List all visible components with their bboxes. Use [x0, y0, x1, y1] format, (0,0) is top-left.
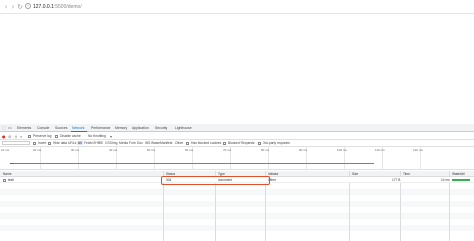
filter-type-css[interactable]: CSS: [105, 141, 112, 145]
preserve-log-label: Preserve log: [33, 134, 52, 138]
disable-cache-label: Disable cache: [60, 134, 81, 138]
overview-tick-label: 60 ms: [185, 148, 194, 152]
invert-label: Invert: [38, 141, 47, 145]
filter-input[interactable]: [2, 141, 30, 145]
tab-lighthouse[interactable]: Lighthouse: [175, 126, 192, 130]
overview-tick-label: 50 ms: [147, 148, 156, 152]
third-party-label: 3rd-party requests: [263, 141, 290, 145]
filter-icon[interactable]: ⏚: [14, 134, 18, 139]
blocked-requests-checkbox[interactable]: [223, 141, 226, 145]
active-tab-indicator: [71, 131, 87, 132]
tab-network[interactable]: Network: [72, 126, 84, 130]
filter-type-js[interactable]: JS: [99, 141, 103, 145]
blocked-cookies-checkbox[interactable]: [186, 141, 189, 145]
hide-data-urls-checkbox[interactable]: [48, 141, 51, 145]
third-party-checkbox[interactable]: [258, 141, 261, 145]
blocked-requests-label: Blocked Requests: [228, 141, 255, 145]
filter-type-other[interactable]: Other: [175, 141, 183, 145]
reload-icon[interactable]: ↻: [16, 3, 24, 11]
overview-tick-label: 40 ms: [109, 148, 118, 152]
overview-tick-label: 70 ms: [223, 148, 232, 152]
search-icon[interactable]: ⌕: [20, 134, 22, 139]
overview-tick-label: 80 ms: [261, 148, 270, 152]
tab-elements[interactable]: Elements: [17, 126, 31, 130]
filter-type-media[interactable]: Media: [119, 141, 128, 145]
cell-size: 177 B: [392, 178, 401, 182]
page-viewport: [0, 15, 474, 123]
filter-type-all[interactable]: All: [77, 141, 83, 145]
waterfall-bar: [452, 179, 470, 181]
device-toolbar-icon[interactable]: ▭: [8, 125, 12, 130]
url-host: 127.0.0.1: [33, 4, 54, 10]
tab-console[interactable]: Console: [37, 126, 49, 130]
filter-type-wasm[interactable]: Wasm: [151, 141, 160, 145]
overview-tick-label: 120 ms: [413, 148, 423, 152]
blocked-cookies-label: Has blocked cookies: [191, 141, 222, 145]
filter-type-ws[interactable]: WS: [145, 141, 150, 145]
clear-icon[interactable]: ⊘: [8, 134, 11, 139]
overview-tick-label: 20 ms: [33, 148, 42, 152]
overview-tick-label: 10 ms: [1, 148, 10, 152]
cell-name: test/: [8, 178, 15, 182]
overview-tick-label: 110 ms: [375, 148, 385, 152]
tab-application[interactable]: Application: [132, 126, 149, 130]
overview-tick-label: 100 ms: [337, 148, 347, 152]
cell-time: 14 ms: [441, 178, 450, 182]
hide-data-urls-label: Hide data URLs: [53, 141, 77, 145]
overview-tick-label: 30 ms: [71, 148, 80, 152]
overview-tick-label: 90 ms: [299, 148, 308, 152]
empty-row-stripe: [0, 213, 474, 219]
tab-memory[interactable]: Memory: [115, 126, 127, 130]
overview-request-bar: [10, 163, 374, 165]
empty-row-stripe: [0, 201, 474, 207]
url-path: :5500/demo/: [53, 4, 82, 10]
filter-type-font[interactable]: Font: [129, 141, 136, 145]
disable-cache-checkbox[interactable]: [55, 134, 58, 138]
throttling-select[interactable]: No throttling: [88, 134, 106, 138]
status-type-highlight: [161, 176, 270, 185]
filter-type-img[interactable]: Img: [112, 141, 118, 145]
inspect-icon[interactable]: ⬚: [2, 125, 6, 130]
filter-type-doc[interactable]: Doc: [137, 141, 143, 145]
document-icon: [3, 178, 6, 182]
address-bar[interactable]: 127.0.0.1:5500/demo/: [33, 3, 82, 11]
filter-type-fetch-xhr[interactable]: Fetch/XHR: [84, 141, 100, 145]
filter-type-manifest[interactable]: Manifest: [160, 141, 172, 145]
tab-sources[interactable]: Sources: [55, 126, 67, 130]
tab-security[interactable]: Security: [155, 126, 167, 130]
tab-performance[interactable]: Performance: [91, 126, 110, 130]
preserve-log-checkbox[interactable]: [28, 134, 31, 138]
overview-request-bar-start: [10, 163, 14, 165]
empty-row-stripe: [0, 189, 474, 195]
info-icon[interactable]: i: [25, 3, 31, 9]
chevron-down-icon: ▾: [110, 134, 113, 139]
record-icon[interactable]: ●: [2, 134, 6, 139]
invert-checkbox[interactable]: [33, 141, 36, 145]
empty-row-stripe: [0, 225, 474, 231]
